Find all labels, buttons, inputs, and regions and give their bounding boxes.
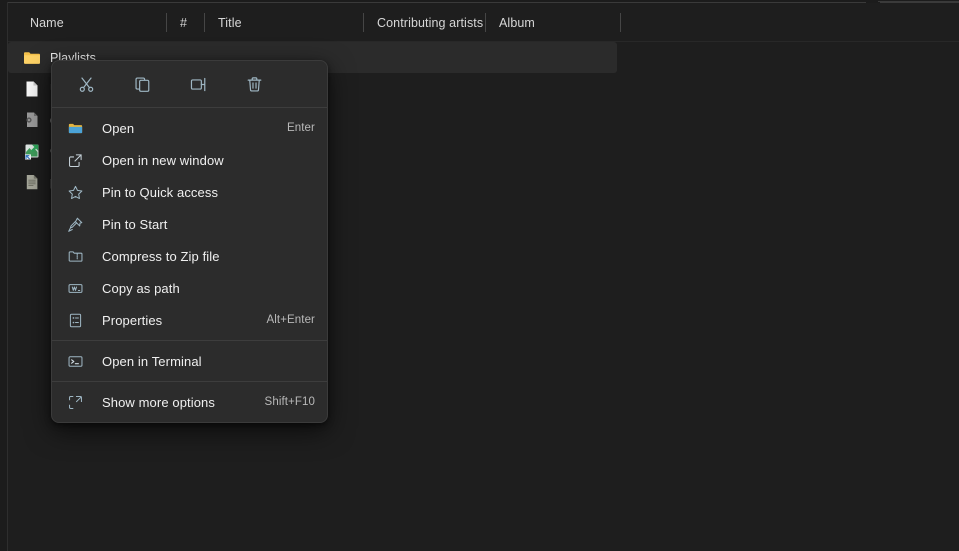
menu-item-label: Open in Terminal — [102, 353, 202, 369]
menu-item-pin-to-quick-access[interactable]: Pin to Quick access — [52, 176, 327, 208]
menu-item-pin-to-start[interactable]: Pin to Start — [52, 208, 327, 240]
scissors-icon — [77, 75, 96, 94]
menu-item-open-in-terminal[interactable]: Open in Terminal — [52, 345, 327, 377]
copy-button[interactable] — [114, 66, 170, 102]
column-header-album[interactable]: Album — [485, 3, 620, 42]
menu-item-label: Open in new window — [102, 152, 224, 168]
menu-item-show-more-options[interactable]: Show more options Shift+F10 — [52, 386, 327, 418]
terminal-icon — [66, 352, 84, 370]
column-header-number[interactable]: # — [166, 3, 204, 42]
delete-button[interactable] — [226, 66, 282, 102]
menu-item-open[interactable]: Open Enter — [52, 112, 327, 144]
menu-item-copy-as-path[interactable]: Copy as path — [52, 272, 327, 304]
menu-item-label: Pin to Start — [102, 216, 168, 232]
external-window-icon — [66, 151, 84, 169]
cut-button[interactable] — [58, 66, 114, 102]
copy-icon — [133, 75, 152, 94]
rename-icon — [189, 75, 208, 94]
trash-icon — [245, 75, 264, 94]
column-header-title-label: Title — [218, 15, 242, 30]
column-header-title[interactable]: Title — [204, 3, 363, 42]
menu-item-properties[interactable]: Properties Alt+Enter — [52, 304, 327, 336]
column-header-name-label: Name — [30, 15, 64, 30]
menu-item-label: Copy as path — [102, 280, 180, 296]
column-header-artists-label: Contributing artists — [377, 15, 484, 30]
column-header-end-divider[interactable] — [620, 13, 621, 32]
folder-icon — [22, 48, 42, 68]
menu-item-label: Properties — [102, 312, 163, 328]
column-header-album-label: Album — [499, 15, 535, 30]
pin-icon — [66, 215, 84, 233]
menu-item-accelerator: Shift+F10 — [264, 396, 315, 408]
file-explorer-window: Name # Title Contributing artists Album — [0, 0, 959, 551]
zip-icon — [66, 247, 84, 265]
menu-item-accelerator: Enter — [287, 122, 315, 134]
shortcut-icon — [22, 141, 42, 161]
system-file-icon — [22, 110, 42, 130]
clipboard-action-bar — [52, 61, 327, 107]
menu-item-accelerator: Alt+Enter — [266, 314, 315, 326]
column-header-artists[interactable]: Contributing artists — [363, 3, 485, 42]
window-top-border-right — [878, 1, 959, 2]
menu-item-label: Open — [102, 120, 135, 136]
menu-item-label: Pin to Quick access — [102, 184, 219, 200]
menu-item-compress-to-zip-file[interactable]: Compress to Zip file — [52, 240, 327, 272]
rename-button[interactable] — [170, 66, 226, 102]
star-icon — [66, 183, 84, 201]
column-header-name[interactable]: Name — [8, 3, 166, 42]
text-file-icon — [22, 172, 42, 192]
path-icon — [66, 279, 84, 297]
more-options-icon — [66, 393, 84, 411]
column-header-row: Name # Title Contributing artists Album — [8, 3, 959, 42]
document-icon — [22, 79, 42, 99]
menu-group-terminal: Open in Terminal — [52, 341, 327, 381]
menu-group-primary: Open Enter Open in new window Pin to Qui… — [52, 108, 327, 340]
menu-group-more: Show more options Shift+F10 — [52, 382, 327, 422]
menu-item-label: Show more options — [102, 394, 215, 410]
menu-item-open-in-new-window[interactable]: Open in new window — [52, 144, 327, 176]
folder-open-icon — [66, 119, 84, 137]
menu-item-label: Compress to Zip file — [102, 248, 220, 264]
properties-icon — [66, 311, 84, 329]
column-header-number-label: # — [180, 15, 188, 30]
context-menu: Open Enter Open in new window Pin to Qui… — [51, 60, 328, 423]
